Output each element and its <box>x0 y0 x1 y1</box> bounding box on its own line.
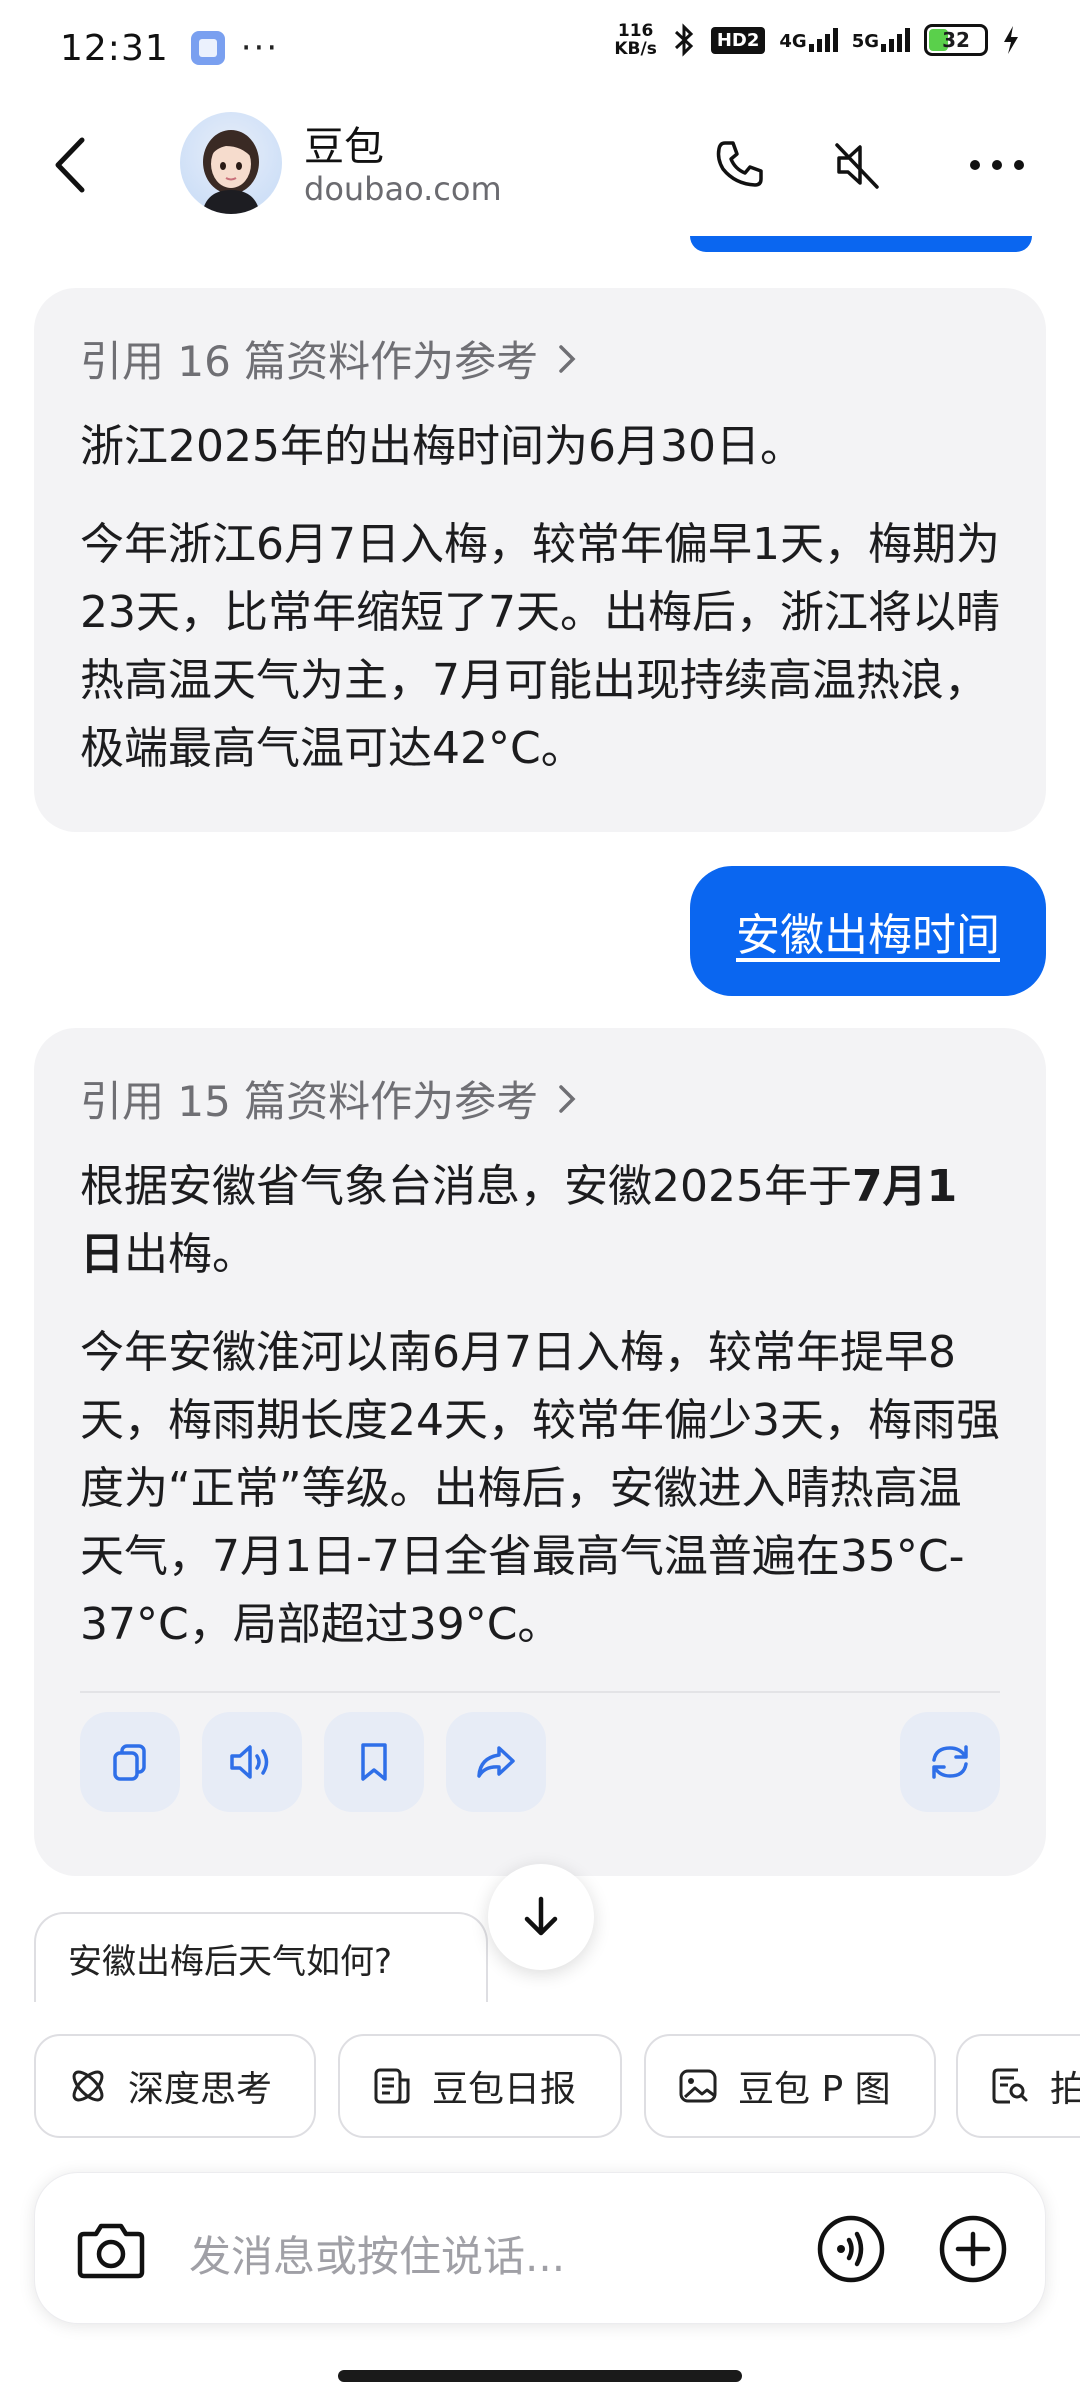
bot-message: 引用 15 篇资料作为参考 根据安徽省气象台消息，安徽2025年于7月1日出梅。… <box>34 1028 1046 1876</box>
tool-shortcuts: 深度思考 豆包日报 豆包 P 图 拍 <box>34 2034 1080 2138</box>
signal-5g-icon: 5G <box>852 28 910 52</box>
hd-voice-badge: HD2 <box>710 26 766 54</box>
newspaper-icon <box>370 2064 414 2108</box>
image-edit-icon <box>676 2064 720 2108</box>
more-notifications-icon: ··· <box>240 28 280 68</box>
mute-button[interactable] <box>822 130 892 200</box>
notification-app-icon <box>190 31 225 65</box>
tool-chip-daily[interactable]: 豆包日报 <box>338 2034 622 2138</box>
tool-chip-deep-think[interactable]: 深度思考 <box>34 2034 316 2138</box>
bot-avatar[interactable] <box>180 112 282 214</box>
previous-user-bubble-edge <box>690 236 1032 252</box>
message-paragraph: 今年安徽淮河以南6月7日入梅，较常年提早8天，梅雨期长度24天，较常年偏少3天，… <box>80 1327 1000 1650</box>
camera-button[interactable] <box>71 2209 151 2289</box>
status-indicators: 116 KB/s HD2 4G 5G 32 <box>614 22 1020 58</box>
voice-input-button[interactable] <box>811 2209 891 2289</box>
scan-doc-icon <box>988 2064 1032 2108</box>
voice-wave-icon <box>817 2215 885 2283</box>
more-button[interactable] <box>962 130 1032 200</box>
tool-chip-photo-edit[interactable]: 豆包 P 图 <box>644 2034 936 2138</box>
copy-icon <box>113 1744 146 1781</box>
read-aloud-button[interactable] <box>202 1712 302 1812</box>
share-arrow-icon <box>477 1746 515 1778</box>
references-label: 引用 16 篇资料作为参考 <box>80 337 539 386</box>
add-attachment-button[interactable] <box>933 2209 1013 2289</box>
message-paragraph: 浙江2025年的出梅时间为6月30日。 <box>80 421 804 472</box>
phone-icon <box>716 141 763 187</box>
signal-4g-icon: 4G <box>779 28 838 52</box>
message-paragraph: 根据安徽省气象台消息，安徽2025年于7月1日出梅。 <box>80 1161 958 1280</box>
net-speed: 116 KB/s <box>614 21 657 59</box>
bot-message: 引用 16 篇资料作为参考 浙江2025年的出梅时间为6月30日。 今年浙江6月… <box>34 288 1046 832</box>
message-actions <box>80 1693 1000 1831</box>
speaker-icon <box>230 1745 269 1779</box>
plus-circle-icon <box>939 2215 1007 2283</box>
status-time: 12:31 <box>60 27 169 69</box>
share-button[interactable] <box>446 1712 546 1812</box>
suggested-question[interactable]: 安徽出梅后天气如何? <box>34 1912 488 2002</box>
refresh-icon <box>932 1745 968 1779</box>
bookmark-button[interactable] <box>324 1712 424 1812</box>
speaker-mute-icon <box>835 143 879 189</box>
tool-chip-scan[interactable]: 拍 <box>956 2034 1080 2138</box>
avatar-illustration <box>202 130 260 214</box>
copy-button[interactable] <box>80 1712 180 1812</box>
chat-screen: 12:31 ··· 116 KB/s HD2 4G 5G 32 豆包 douba… <box>0 0 1080 2400</box>
suggested-question-text: 安徽出梅后天气如何? <box>68 1941 393 1982</box>
home-indicator[interactable] <box>338 2370 742 2382</box>
chat-header: 豆包 doubao.com <box>0 100 1080 230</box>
scroll-to-bottom-button[interactable] <box>488 1864 594 1970</box>
chevron-right-icon <box>559 344 576 373</box>
battery-icon: 32 <box>924 24 988 56</box>
bot-domain: doubao.com <box>304 170 502 208</box>
regenerate-button[interactable] <box>900 1712 1000 1812</box>
user-message-text: 安徽出梅时间 <box>736 910 1000 961</box>
back-button[interactable] <box>44 130 104 200</box>
back-arrow-icon <box>55 137 85 193</box>
message-composer: 发消息或按住说话... <box>34 2172 1046 2324</box>
message-input[interactable]: 发消息或按住说话... <box>189 2223 565 2284</box>
references-link[interactable]: 引用 16 篇资料作为参考 <box>80 328 1000 389</box>
message-paragraph: 今年浙江6月7日入梅，较常年偏早1天，梅期为23天，比常年缩短了7天。出梅后，浙… <box>80 519 1000 774</box>
status-bar: 12:31 ··· 116 KB/s HD2 4G 5G 32 <box>0 0 1080 96</box>
camera-icon <box>77 2223 145 2279</box>
bluetooth-icon <box>674 23 694 57</box>
more-dots-icon <box>970 160 1024 170</box>
arrow-down-icon <box>524 1896 558 1936</box>
bookmark-icon <box>361 1743 387 1781</box>
call-button[interactable] <box>704 130 774 200</box>
user-message[interactable]: 安徽出梅时间 <box>690 866 1046 996</box>
charging-icon <box>1004 26 1018 54</box>
bot-name: 豆包 <box>304 124 384 170</box>
references-link[interactable]: 引用 15 篇资料作为参考 <box>80 1068 1000 1129</box>
references-label: 引用 15 篇资料作为参考 <box>80 1077 539 1126</box>
atom-icon <box>66 2064 110 2108</box>
chevron-right-icon <box>559 1084 576 1113</box>
